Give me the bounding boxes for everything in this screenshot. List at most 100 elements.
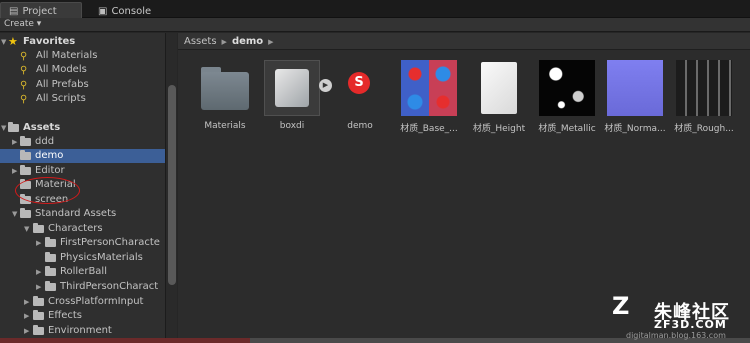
chevron-right-icon[interactable]: ▶ bbox=[36, 265, 41, 279]
folder-icon bbox=[45, 252, 56, 262]
asset-name: boxdi bbox=[279, 121, 305, 131]
tree-item-label: RollerBall bbox=[60, 266, 107, 277]
folder-icon bbox=[20, 208, 31, 218]
tab-project[interactable]: ▤ Project bbox=[0, 2, 82, 18]
search-icon: ⚲ bbox=[20, 80, 28, 91]
tree-item-all-scripts[interactable]: ⚲ All Scripts bbox=[0, 92, 165, 106]
chevron-right-icon[interactable]: ▶ bbox=[12, 135, 17, 149]
asset-name: demo bbox=[347, 121, 373, 131]
texture-thumbnail bbox=[676, 60, 732, 116]
chevron-down-icon[interactable]: ▼ bbox=[1, 121, 6, 135]
tree-item-firstpersoncharacter[interactable]: ▶ FirstPersonCharacte bbox=[0, 236, 165, 250]
tree-item-all-materials[interactable]: ⚲ All Materials bbox=[0, 49, 165, 63]
bottom-bar-accent bbox=[0, 338, 250, 343]
asset-boxdi-model[interactable]: ▶ boxdi bbox=[262, 60, 332, 135]
tree-item-label: All Prefabs bbox=[36, 79, 89, 90]
asset-materials-folder[interactable]: Materials bbox=[195, 60, 255, 135]
tree-item-label: All Scripts bbox=[36, 93, 86, 104]
substance-logo-icon: S bbox=[332, 60, 388, 116]
folder-icon bbox=[33, 310, 44, 320]
folder-icon bbox=[197, 60, 253, 116]
folder-icon bbox=[20, 150, 31, 160]
breadcrumb-current[interactable]: demo bbox=[232, 36, 263, 47]
asset-browser: Assets ▶ demo ▶ Materials ▶ boxdi S demo 材质… bbox=[178, 33, 750, 338]
tree-assets-label: Assets bbox=[23, 122, 61, 133]
tree-favorites[interactable]: ▼ ★ Favorites bbox=[0, 35, 165, 49]
folder-icon bbox=[8, 122, 19, 132]
tree-item-editor[interactable]: ▶ Editor bbox=[0, 164, 165, 178]
tab-console[interactable]: ▣ Console bbox=[90, 2, 159, 18]
tree-item-label: Characters bbox=[48, 223, 103, 234]
folder-icon bbox=[33, 296, 44, 306]
tree-scrollbar[interactable] bbox=[165, 33, 177, 338]
chevron-right-icon[interactable]: ▶ bbox=[24, 295, 29, 309]
texture-thumbnail bbox=[471, 60, 527, 116]
tree-item-label: All Materials bbox=[36, 50, 98, 61]
chevron-down-icon[interactable]: ▼ bbox=[12, 207, 17, 221]
asset-height-texture[interactable]: 材质_Height bbox=[469, 60, 529, 135]
tree-item-label: Effects bbox=[48, 310, 82, 321]
asset-name: 材质_Rough... bbox=[674, 124, 734, 134]
asset-roughness-texture[interactable]: 材质_Rough... bbox=[674, 60, 734, 135]
tree-item-effects[interactable]: ▶ Effects bbox=[0, 309, 165, 323]
watermark-url: digitalman.blog.163.com bbox=[626, 331, 726, 340]
tree-item-label: ThirdPersonCharact bbox=[60, 281, 159, 292]
scrollbar-thumb[interactable] bbox=[168, 85, 176, 285]
folder-icon bbox=[45, 281, 56, 291]
asset-name: Materials bbox=[204, 121, 246, 131]
tree-item-label: FirstPersonCharacte bbox=[60, 237, 160, 248]
tree-assets[interactable]: ▼ Assets bbox=[0, 121, 165, 135]
tree-item-all-prefabs[interactable]: ⚲ All Prefabs bbox=[0, 78, 165, 92]
chevron-right-icon[interactable]: ▶ bbox=[36, 280, 41, 294]
tree-item-all-models[interactable]: ⚲ All Models bbox=[0, 63, 165, 77]
tree-item-characters[interactable]: ▼ Characters bbox=[0, 222, 165, 236]
folder-icon bbox=[33, 223, 44, 233]
asset-basecolor-texture[interactable]: 材质_Base_... bbox=[399, 60, 459, 135]
folder-icon bbox=[45, 266, 56, 276]
create-button[interactable]: Create ▾ bbox=[4, 19, 41, 29]
tree-item-label: Standard Assets bbox=[35, 208, 117, 219]
tree-item-crossplatforminput[interactable]: ▶ CrossPlatformInput bbox=[0, 295, 165, 309]
project-icon: ▤ bbox=[9, 6, 19, 17]
chevron-down-icon[interactable]: ▼ bbox=[24, 222, 29, 236]
tree-item-standard-assets[interactable]: ▼ Standard Assets bbox=[0, 207, 165, 221]
asset-name: 材质_Height bbox=[472, 124, 526, 134]
project-toolbar: Create ▾ bbox=[0, 18, 750, 32]
texture-thumbnail bbox=[401, 60, 457, 116]
asset-demo-substance[interactable]: S demo bbox=[330, 60, 390, 135]
tree-item-demo[interactable]: demo bbox=[0, 149, 165, 163]
asset-metallic-texture[interactable]: 材质_Metallic bbox=[537, 60, 597, 135]
chevron-right-icon: ▶ bbox=[268, 38, 274, 46]
watermark-en: ZF3D.COM bbox=[654, 318, 727, 331]
tab-console-label: Console bbox=[111, 5, 152, 17]
tree-item-label: demo bbox=[35, 150, 64, 161]
annotation-circle bbox=[15, 177, 80, 204]
tree-item-ddd[interactable]: ▶ ddd bbox=[0, 135, 165, 149]
tree-item-label: ddd bbox=[35, 136, 55, 147]
chevron-down-icon[interactable]: ▼ bbox=[1, 35, 6, 49]
asset-name: 材质_Metallic bbox=[538, 124, 596, 134]
texture-thumbnail bbox=[539, 60, 595, 116]
folder-icon bbox=[20, 165, 31, 175]
tree-item-environment[interactable]: ▶ Environment bbox=[0, 324, 165, 338]
search-icon: ⚲ bbox=[20, 65, 28, 76]
chevron-right-icon[interactable]: ▶ bbox=[24, 309, 29, 323]
tree-item-physicsmaterials[interactable]: PhysicsMaterials bbox=[0, 251, 165, 265]
chevron-right-icon[interactable]: ▶ bbox=[36, 236, 41, 250]
tab-strip: ▤ Project ▣ Console bbox=[0, 0, 750, 18]
chevron-right-icon[interactable]: ▶ bbox=[12, 164, 17, 178]
tree-item-label: PhysicsMaterials bbox=[60, 252, 143, 263]
folder-icon bbox=[33, 325, 44, 335]
tree-item-thirdpersoncharacter[interactable]: ▶ ThirdPersonCharact bbox=[0, 280, 165, 294]
breadcrumb-root[interactable]: Assets bbox=[184, 36, 217, 47]
cube-icon bbox=[264, 60, 320, 116]
asset-name: 材质_Norma... bbox=[604, 124, 666, 134]
breadcrumb: Assets ▶ demo ▶ bbox=[178, 33, 750, 50]
asset-normal-texture[interactable]: 材质_Norma... bbox=[604, 60, 666, 135]
tree-item-label: Environment bbox=[48, 325, 112, 336]
tree-item-label: All Models bbox=[36, 64, 87, 75]
project-tree: ▼ ★ Favorites ⚲ All Materials ⚲ All Mode… bbox=[0, 33, 165, 338]
tree-item-label: CrossPlatformInput bbox=[48, 296, 144, 307]
chevron-right-icon[interactable]: ▶ bbox=[24, 324, 29, 338]
tree-item-rollerball[interactable]: ▶ RollerBall bbox=[0, 265, 165, 279]
